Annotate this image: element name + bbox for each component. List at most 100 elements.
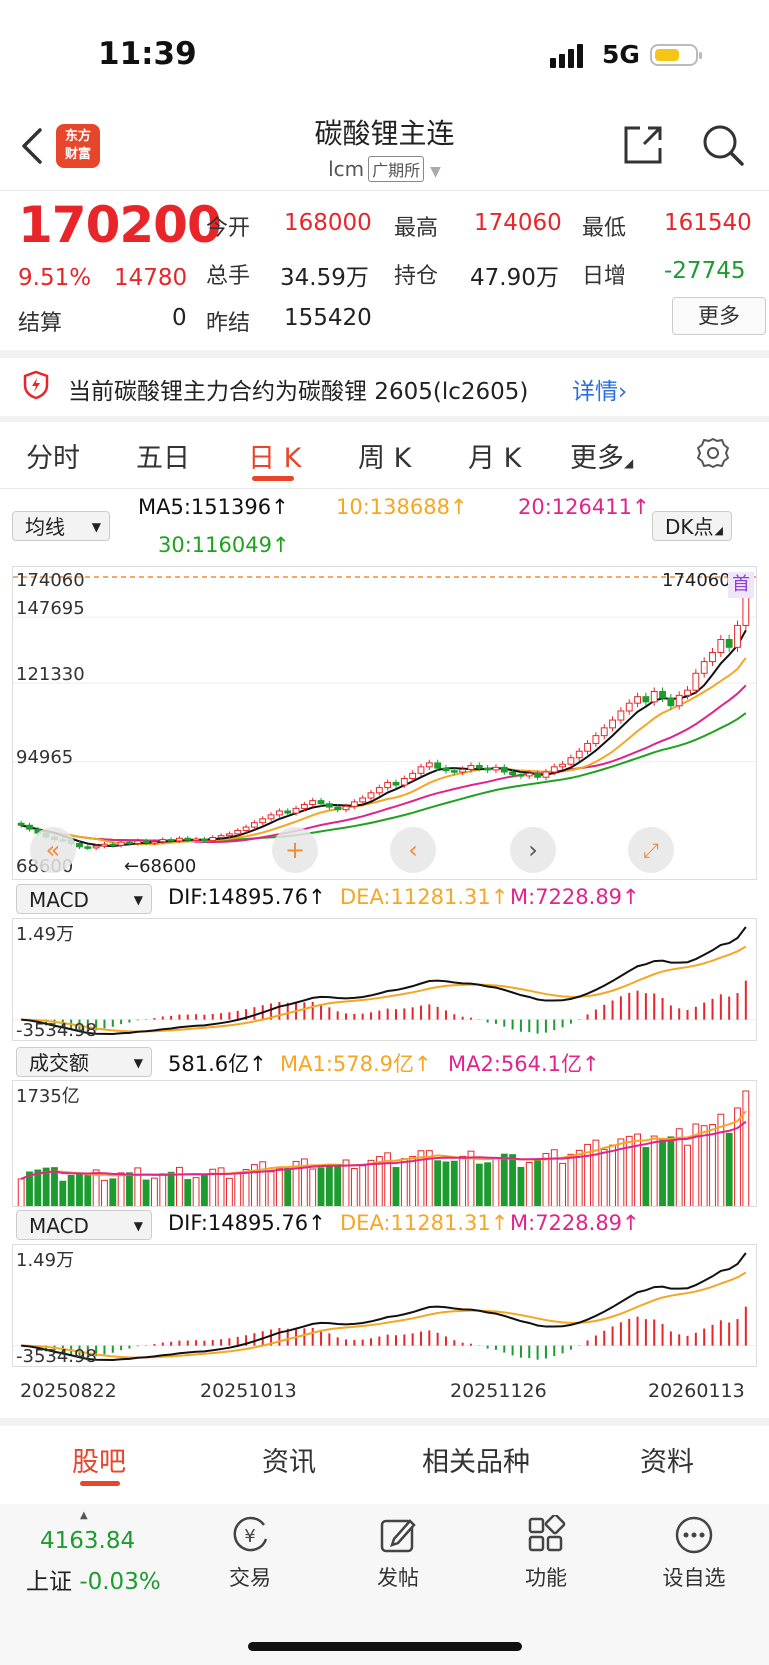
macd-svg-2 <box>13 1252 756 1362</box>
tab-info[interactable]: 资料 <box>640 1440 694 1479</box>
candle <box>575 750 583 759</box>
candle <box>292 807 300 814</box>
active-tab-indicator <box>252 476 294 481</box>
dock-trade[interactable]: 交易 <box>200 1562 300 1592</box>
share-icon[interactable] <box>620 122 666 168</box>
chevron-down-icon: ▼ <box>91 520 101 534</box>
daily-increase-label: 日增 <box>582 264 627 289</box>
post-edit-icon[interactable] <box>378 1515 418 1555</box>
candle <box>717 639 725 654</box>
tab-more[interactable]: 更多◢ <box>570 436 633 475</box>
macd-chart-1[interactable] <box>12 918 757 1041</box>
candle <box>459 768 467 773</box>
candle <box>176 837 183 842</box>
date-tick-2: 20251013 <box>200 1380 297 1402</box>
signal-icon <box>550 44 583 68</box>
more-button[interactable]: 更多 <box>672 297 766 335</box>
candle <box>200 838 208 842</box>
candle <box>92 845 100 849</box>
open-label: 今开 <box>206 216 251 241</box>
dk-point-selector[interactable]: DK点 ◢ <box>652 511 732 541</box>
scroll-left-icon[interactable]: ‹ <box>390 827 436 873</box>
fullscreen-icon[interactable]: ⤢ <box>628 827 674 873</box>
tab-news[interactable]: 资讯 <box>262 1440 316 1479</box>
tab-related[interactable]: 相关品种 <box>422 1440 530 1479</box>
volume-bar <box>434 1160 442 1206</box>
index-value[interactable]: 4163.84 <box>40 1528 135 1554</box>
index-ticker[interactable]: 上证 -0.03% <box>26 1562 161 1596</box>
notice-detail-link[interactable]: 详情› <box>572 372 627 406</box>
candle <box>184 837 192 841</box>
volume-chart[interactable] <box>12 1080 757 1207</box>
status-time: 11:39 <box>98 36 197 72</box>
macd-chart-2[interactable] <box>12 1244 757 1367</box>
tab-five-day[interactable]: 五日 <box>136 436 190 475</box>
candle <box>634 696 641 704</box>
functions-grid-icon[interactable] <box>526 1515 566 1555</box>
macd1-bottom-tick: -3534.98 <box>16 1020 97 1041</box>
event-tag-icon[interactable]: 首 <box>728 572 754 598</box>
volume-bar <box>84 1173 92 1206</box>
volume-bar <box>126 1172 133 1206</box>
volume-bar <box>392 1167 400 1206</box>
settings-gear-icon[interactable] <box>696 436 730 470</box>
volume-bar <box>534 1158 542 1206</box>
scroll-left-fast-icon[interactable]: « <box>30 827 76 873</box>
candle <box>550 766 558 773</box>
trade-icon[interactable]: ¥ <box>228 1515 272 1555</box>
volume-bar <box>700 1125 708 1206</box>
macd-selector-1[interactable]: MACD ▼ <box>16 884 152 914</box>
volume-bar <box>184 1179 192 1206</box>
candle <box>542 771 550 778</box>
volume-bar <box>350 1168 358 1206</box>
tab-daily-k[interactable]: 日 K <box>248 436 301 475</box>
home-indicator <box>248 1642 522 1651</box>
search-icon[interactable] <box>700 122 746 168</box>
divider <box>0 350 769 358</box>
volume-bar <box>725 1132 733 1206</box>
macd1-dea: DEA:11281.31↑ <box>340 885 509 909</box>
tab-forum[interactable]: 股吧 <box>72 1440 126 1479</box>
volume-selector[interactable]: 成交额 ▼ <box>16 1047 152 1077</box>
dock-post[interactable]: 发帖 <box>348 1562 448 1592</box>
candle <box>259 818 267 824</box>
battery-icon <box>650 44 702 66</box>
candle <box>101 843 108 847</box>
candle <box>76 842 83 848</box>
candle <box>734 624 741 648</box>
volume-bar <box>642 1147 650 1206</box>
candle <box>475 765 483 769</box>
chevron-down-icon: ▼ <box>133 1219 143 1233</box>
candle <box>375 787 383 794</box>
volume-ma1-text: MA1:578.9亿 <box>280 1052 415 1076</box>
volume-bar <box>109 1178 117 1206</box>
notice-link-label: 详情 <box>572 379 618 405</box>
volume-bar <box>275 1167 283 1206</box>
candle <box>467 765 475 770</box>
zoom-in-icon[interactable]: + <box>272 827 318 873</box>
candle <box>359 797 367 803</box>
candle <box>167 839 175 842</box>
candle <box>325 803 333 808</box>
status-bar: 11:39 5G <box>0 0 769 110</box>
tab-monthly-k[interactable]: 月 K <box>468 436 521 475</box>
volume-bar <box>42 1167 50 1206</box>
caret-icon: ◢ <box>714 524 723 537</box>
candle <box>625 702 633 712</box>
ma-selector[interactable]: 均线 ▼ <box>12 511 110 541</box>
volume-bar <box>309 1168 317 1206</box>
candle <box>142 840 150 844</box>
dock-add-watchlist[interactable]: 设自选 <box>644 1562 744 1592</box>
caret-up-icon: ▲ <box>80 1510 88 1521</box>
volume-ma2: MA2:564.1亿↑ <box>448 1052 600 1076</box>
macd-selector-2[interactable]: MACD ▼ <box>16 1210 152 1240</box>
tab-weekly-k[interactable]: 周 K <box>358 436 411 475</box>
tab-intraday[interactable]: 分时 <box>26 436 80 475</box>
more-options-icon[interactable] <box>674 1515 714 1555</box>
candle <box>684 689 691 696</box>
dock-functions[interactable]: 功能 <box>496 1562 596 1592</box>
candle <box>709 652 716 663</box>
candle <box>317 800 325 805</box>
scroll-right-icon[interactable]: › <box>510 827 556 873</box>
candle <box>675 694 683 707</box>
